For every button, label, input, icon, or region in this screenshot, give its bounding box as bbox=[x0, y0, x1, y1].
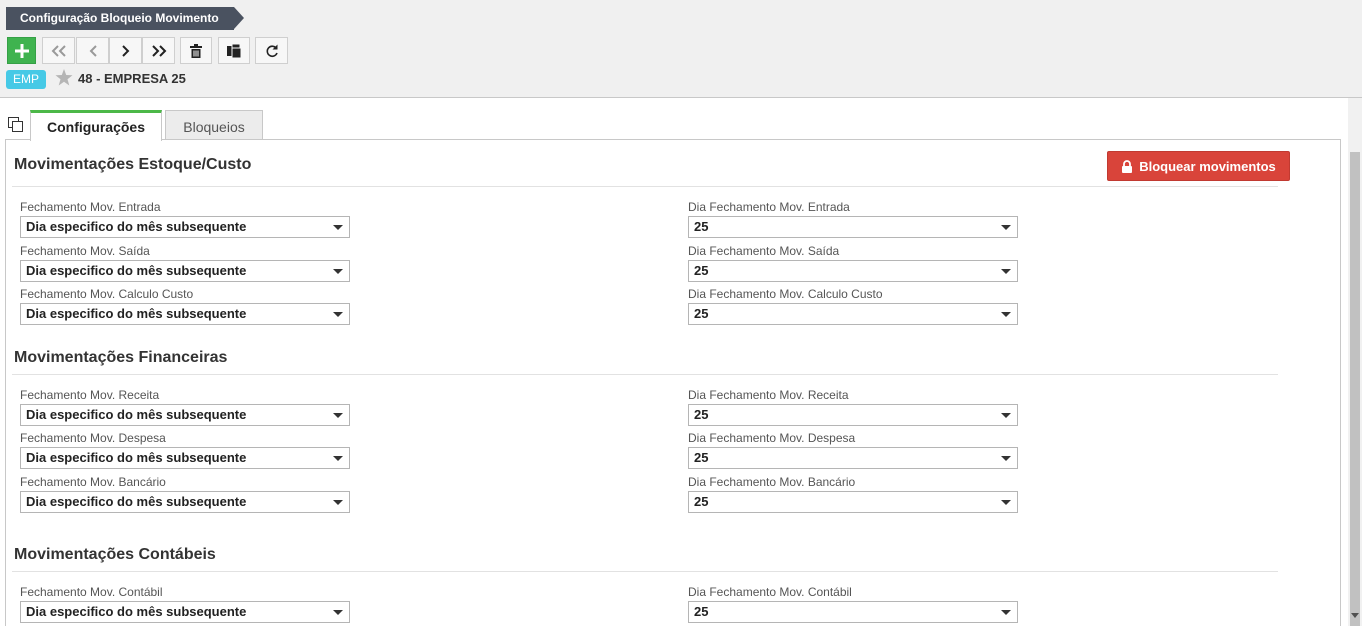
select-value: Dia especifico do mês subsequente bbox=[26, 306, 247, 321]
copy-icon bbox=[227, 43, 241, 58]
scroll-down-icon[interactable] bbox=[1351, 613, 1359, 618]
chevron-down-icon bbox=[333, 500, 343, 505]
field-label: Fechamento Mov. Contábil bbox=[20, 585, 163, 599]
select-fechamento-entrada[interactable]: Dia especifico do mês subsequente bbox=[20, 216, 350, 238]
chevron-down-icon bbox=[1001, 312, 1011, 317]
select-fechamento-custo[interactable]: Dia especifico do mês subsequente bbox=[20, 303, 350, 325]
chevron-down-icon bbox=[1001, 500, 1011, 505]
chevron-down-icon bbox=[333, 269, 343, 274]
delete-button[interactable] bbox=[180, 37, 212, 64]
tab-configuracoes[interactable]: Configurações bbox=[30, 110, 162, 141]
select-value: Dia especifico do mês subsequente bbox=[26, 604, 247, 619]
field-label: Fechamento Mov. Saída bbox=[20, 244, 150, 258]
field-label: Dia Fechamento Mov. Calculo Custo bbox=[688, 287, 883, 301]
scrollbar-thumb[interactable] bbox=[1350, 152, 1360, 626]
chevron-down-icon bbox=[1001, 413, 1011, 418]
select-value: Dia especifico do mês subsequente bbox=[26, 219, 247, 234]
section-title-estoque: Movimentações Estoque/Custo bbox=[14, 156, 252, 173]
section-title-contabeis: Movimentações Contábeis bbox=[14, 546, 216, 563]
field-label: Fechamento Mov. Bancário bbox=[20, 475, 166, 489]
chevron-down-icon bbox=[333, 312, 343, 317]
field-label: Fechamento Mov. Calculo Custo bbox=[20, 287, 194, 301]
breadcrumb: Configuração Bloqueio Movimento bbox=[6, 7, 244, 30]
field-label: Dia Fechamento Mov. Bancário bbox=[688, 475, 856, 489]
select-dia-contabil[interactable]: 25 bbox=[688, 601, 1018, 623]
select-value: 25 bbox=[694, 219, 709, 234]
window-copy-icon[interactable] bbox=[8, 117, 24, 133]
chevron-down-icon bbox=[1001, 269, 1011, 274]
select-fechamento-saida[interactable]: Dia especifico do mês subsequente bbox=[20, 260, 350, 282]
breadcrumb-label: Configuração Bloqueio Movimento bbox=[6, 7, 234, 30]
chevron-down-icon bbox=[333, 225, 343, 230]
section-divider bbox=[12, 374, 1278, 375]
breadcrumb-arrow bbox=[234, 7, 244, 29]
section-divider bbox=[12, 186, 1278, 187]
section-divider bbox=[12, 571, 1278, 572]
last-record-button[interactable] bbox=[142, 37, 175, 64]
company-name: 48 - EMPRESA 25 bbox=[78, 71, 186, 86]
select-value: Dia especifico do mês subsequente bbox=[26, 494, 247, 509]
select-dia-despesa[interactable]: 25 bbox=[688, 447, 1018, 469]
field-label: Fechamento Mov. Entrada bbox=[20, 200, 161, 214]
duplicate-button[interactable] bbox=[218, 37, 250, 64]
select-value: 25 bbox=[694, 604, 709, 619]
top-toolbar-area: Configuração Bloqueio Movimento EMP 48 -… bbox=[0, 0, 1362, 98]
select-fechamento-receita[interactable]: Dia especifico do mês subsequente bbox=[20, 404, 350, 426]
star-icon[interactable] bbox=[55, 69, 73, 86]
select-dia-receita[interactable]: 25 bbox=[688, 404, 1018, 426]
lock-movements-button[interactable]: Bloquear movimentos bbox=[1107, 151, 1290, 181]
select-value: Dia especifico do mês subsequente bbox=[26, 263, 247, 278]
select-value: 25 bbox=[694, 407, 709, 422]
select-fechamento-contabil[interactable]: Dia especifico do mês subsequente bbox=[20, 601, 350, 623]
last-record-icon bbox=[151, 44, 166, 57]
chevron-down-icon bbox=[333, 456, 343, 461]
select-value: Dia especifico do mês subsequente bbox=[26, 450, 247, 465]
select-value: 25 bbox=[694, 450, 709, 465]
previous-record-icon bbox=[89, 44, 97, 57]
field-label: Dia Fechamento Mov. Saída bbox=[688, 244, 840, 258]
add-button[interactable] bbox=[7, 37, 36, 64]
chevron-down-icon bbox=[333, 413, 343, 418]
select-dia-bancario[interactable]: 25 bbox=[688, 491, 1018, 513]
field-label: Fechamento Mov. Receita bbox=[20, 388, 160, 402]
select-fechamento-despesa[interactable]: Dia especifico do mês subsequente bbox=[20, 447, 350, 469]
select-fechamento-bancario[interactable]: Dia especifico do mês subsequente bbox=[20, 491, 350, 513]
chevron-down-icon bbox=[333, 610, 343, 615]
field-label: Dia Fechamento Mov. Despesa bbox=[688, 431, 856, 445]
plus-icon bbox=[14, 43, 29, 58]
chevron-down-icon bbox=[1001, 225, 1011, 230]
field-label: Dia Fechamento Mov. Receita bbox=[688, 388, 849, 402]
section-title-financeiras: Movimentações Financeiras bbox=[14, 349, 228, 366]
select-value: 25 bbox=[694, 306, 709, 321]
lock-movements-label: Bloquear movimentos bbox=[1139, 158, 1276, 174]
refresh-icon bbox=[266, 44, 278, 57]
trash-icon bbox=[190, 43, 202, 58]
chevron-down-icon bbox=[1001, 610, 1011, 615]
select-value: Dia especifico do mês subsequente bbox=[26, 407, 247, 422]
select-dia-custo[interactable]: 25 bbox=[688, 303, 1018, 325]
field-label: Fechamento Mov. Despesa bbox=[20, 431, 166, 445]
refresh-button[interactable] bbox=[255, 37, 288, 64]
field-label: Dia Fechamento Mov. Entrada bbox=[688, 200, 850, 214]
tab-bloqueios[interactable]: Bloqueios bbox=[165, 110, 263, 140]
lock-icon bbox=[1122, 159, 1133, 173]
select-dia-entrada[interactable]: 25 bbox=[688, 216, 1018, 238]
next-record-button[interactable] bbox=[109, 37, 142, 64]
select-dia-saida[interactable]: 25 bbox=[688, 260, 1018, 282]
next-record-icon bbox=[121, 44, 129, 57]
first-record-icon bbox=[51, 44, 66, 57]
chevron-down-icon bbox=[1001, 456, 1011, 461]
field-label: Dia Fechamento Mov. Contábil bbox=[688, 585, 852, 599]
vertical-scrollbar[interactable] bbox=[1348, 98, 1362, 626]
company-type-badge: EMP bbox=[6, 70, 46, 89]
first-record-button[interactable] bbox=[42, 37, 75, 64]
previous-record-button[interactable] bbox=[76, 37, 109, 64]
select-value: 25 bbox=[694, 494, 709, 509]
select-value: 25 bbox=[694, 263, 709, 278]
